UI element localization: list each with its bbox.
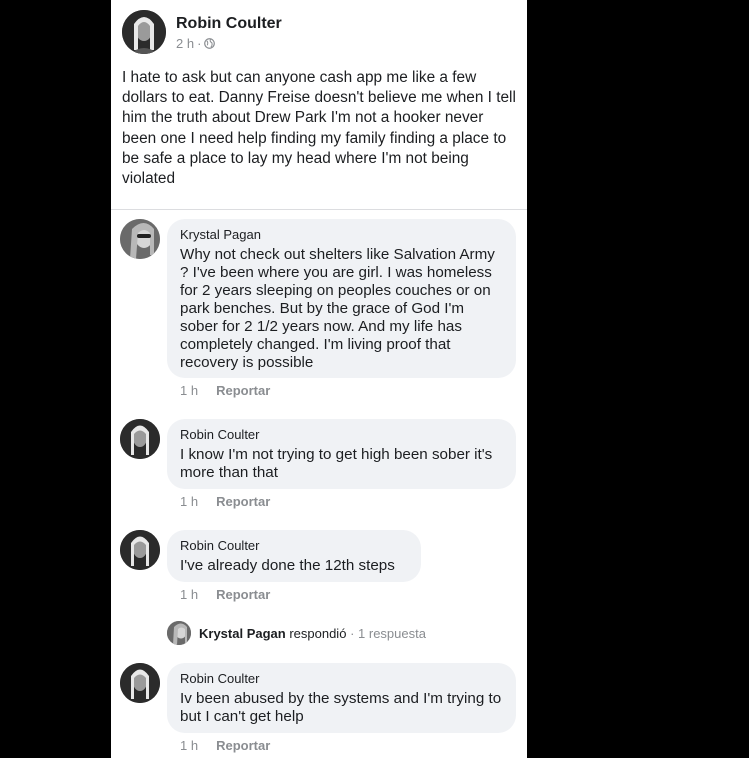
post-meta: 2 h ·: [176, 36, 216, 51]
avatar-photo: [120, 663, 160, 703]
commenter-avatar[interactable]: [120, 530, 160, 570]
report-link[interactable]: Reportar: [216, 738, 270, 753]
report-link[interactable]: Reportar: [216, 587, 270, 602]
comment-actions: 1 h Reportar: [180, 738, 270, 753]
comment-actions: 1 h Reportar: [180, 383, 270, 398]
comment-timestamp[interactable]: 1 h: [180, 738, 198, 753]
reply-count: 1 respuesta: [358, 625, 426, 641]
reply-author-name: Krystal Pagan: [199, 625, 286, 641]
comment-actions: 1 h Reportar: [180, 494, 270, 509]
reply-separator: ·: [350, 625, 355, 641]
commenter-avatar[interactable]: [120, 663, 160, 703]
comment-text: I know I'm not trying to get high been s…: [180, 446, 493, 481]
reply-verb: respondió: [289, 625, 347, 641]
comment-bubble: Robin Coulter Iv been abused by the syst…: [167, 663, 516, 733]
post-divider: [111, 209, 527, 210]
comment-author-name[interactable]: Robin Coulter: [180, 537, 408, 554]
globe-icon: [204, 38, 216, 49]
comment-author-name[interactable]: Robin Coulter: [180, 426, 503, 443]
avatar-photo: [122, 10, 166, 54]
view-replies-link[interactable]: Krystal Pagan respondió · 1 respuesta: [167, 621, 426, 645]
comment-timestamp[interactable]: 1 h: [180, 383, 198, 398]
comment-text: Why not check out shelters like Salvatio…: [180, 246, 495, 371]
comment-bubble: Robin Coulter I've already done the 12th…: [167, 530, 421, 582]
comment-author-name[interactable]: Robin Coulter: [180, 670, 503, 687]
post-panel: Robin Coulter 2 h · I hate to ask but ca…: [111, 0, 527, 758]
comment-author-name[interactable]: Krystal Pagan: [180, 226, 503, 243]
commenter-avatar[interactable]: [120, 219, 160, 259]
post-timestamp[interactable]: 2 h: [176, 36, 194, 51]
avatar-photo: [120, 530, 160, 570]
comment-bubble: Robin Coulter I know I'm not trying to g…: [167, 419, 516, 489]
comment-timestamp[interactable]: 1 h: [180, 494, 198, 509]
comment-text: Iv been abused by the systems and I'm tr…: [180, 690, 502, 725]
avatar-photo: [167, 621, 191, 645]
comment-actions: 1 h Reportar: [180, 587, 270, 602]
comment-timestamp[interactable]: 1 h: [180, 587, 198, 602]
commenter-avatar[interactable]: [120, 419, 160, 459]
avatar-photo: [120, 219, 160, 259]
reply-avatar: [167, 621, 191, 645]
author-avatar[interactable]: [122, 10, 166, 54]
post-author-name[interactable]: Robin Coulter: [176, 15, 282, 33]
report-link[interactable]: Reportar: [216, 383, 270, 398]
post-body-text: I hate to ask but can anyone cash app me…: [122, 69, 516, 188]
report-link[interactable]: Reportar: [216, 494, 270, 509]
comment-bubble: Krystal Pagan Why not check out shelters…: [167, 219, 516, 378]
avatar-photo: [120, 419, 160, 459]
comment-text: I've already done the 12th steps: [180, 557, 395, 574]
meta-separator: ·: [197, 36, 202, 51]
